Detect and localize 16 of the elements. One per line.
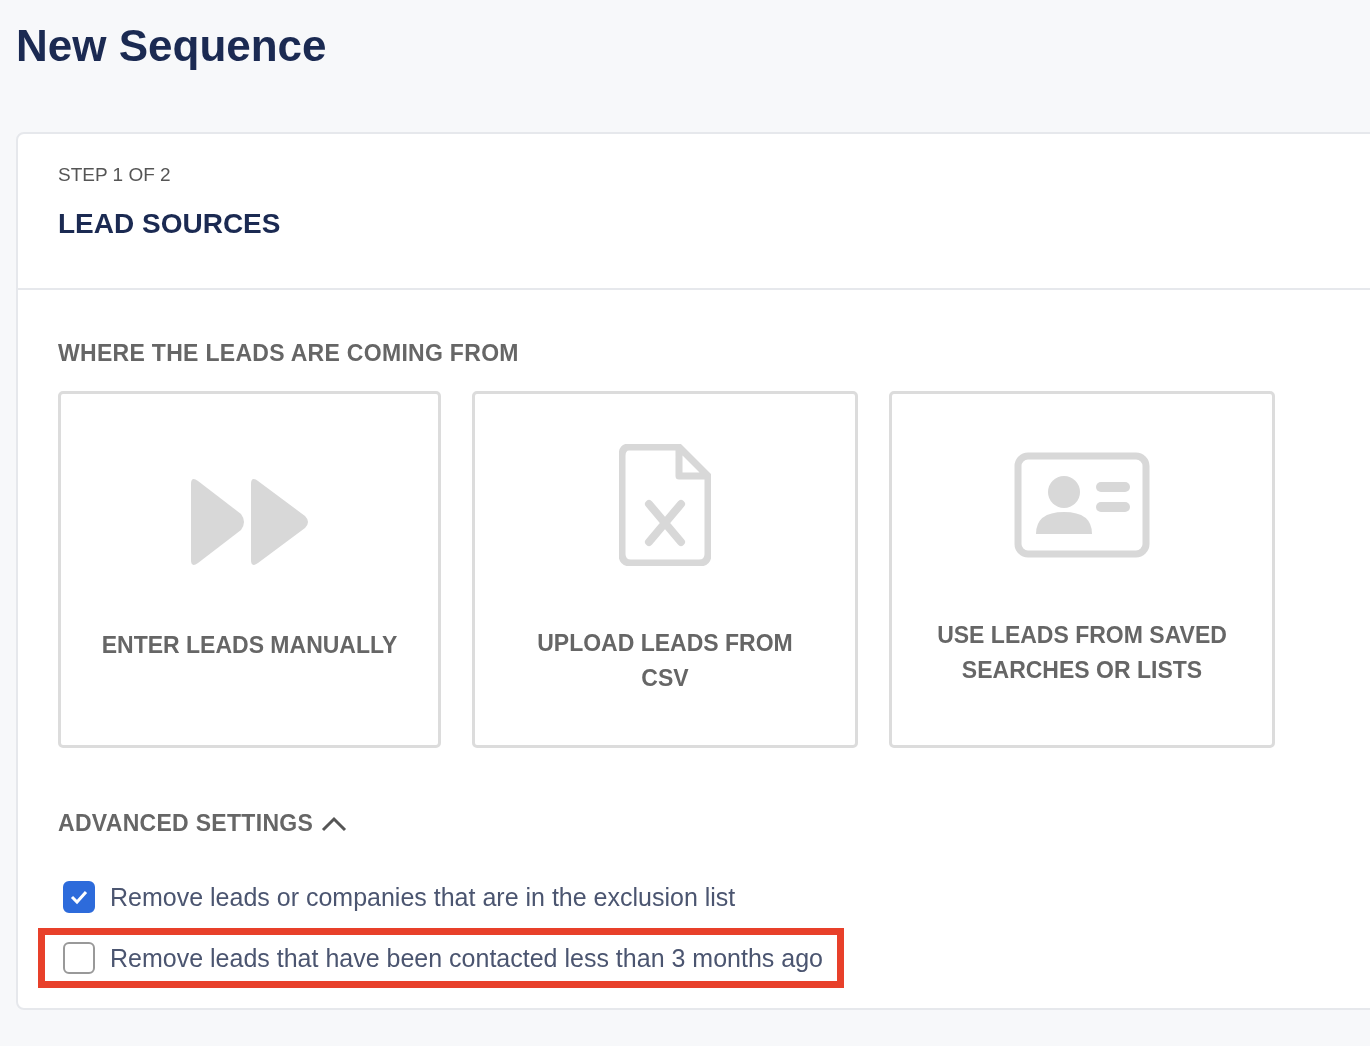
- lead-source-option[interactable]: ENTER LEADS MANUALLY: [58, 391, 441, 749]
- chevron-icon[interactable]: [321, 815, 348, 832]
- spreadsheet-file-icon: [619, 443, 711, 566]
- lead-source-option[interactable]: UPLOAD LEADS FROM CSV: [472, 391, 858, 749]
- checkbox[interactable]: [63, 881, 95, 914]
- lead-source-option[interactable]: USE LEADS FROM SAVED SEARCHES OR LISTS: [889, 391, 1275, 749]
- checkbox-label: Remove leads or companies that are in the exclusion list: [110, 882, 736, 912]
- step-title: LEAD SOURCES: [58, 208, 281, 241]
- contact-card-icon: [1014, 451, 1150, 558]
- step-indicator: STEP 1 OF 2: [58, 164, 171, 187]
- page-title: New Sequence: [16, 22, 327, 71]
- checkmark-icon: [69, 889, 89, 906]
- checkbox[interactable]: [63, 942, 95, 975]
- checkbox-label: Remove leads that have been contacted less than 3 months ago: [110, 943, 823, 973]
- section-heading: WHERE THE LEADS ARE COMING FROM: [58, 340, 519, 368]
- advanced-settings-toggle[interactable]: ADVANCED SETTINGS: [58, 810, 314, 838]
